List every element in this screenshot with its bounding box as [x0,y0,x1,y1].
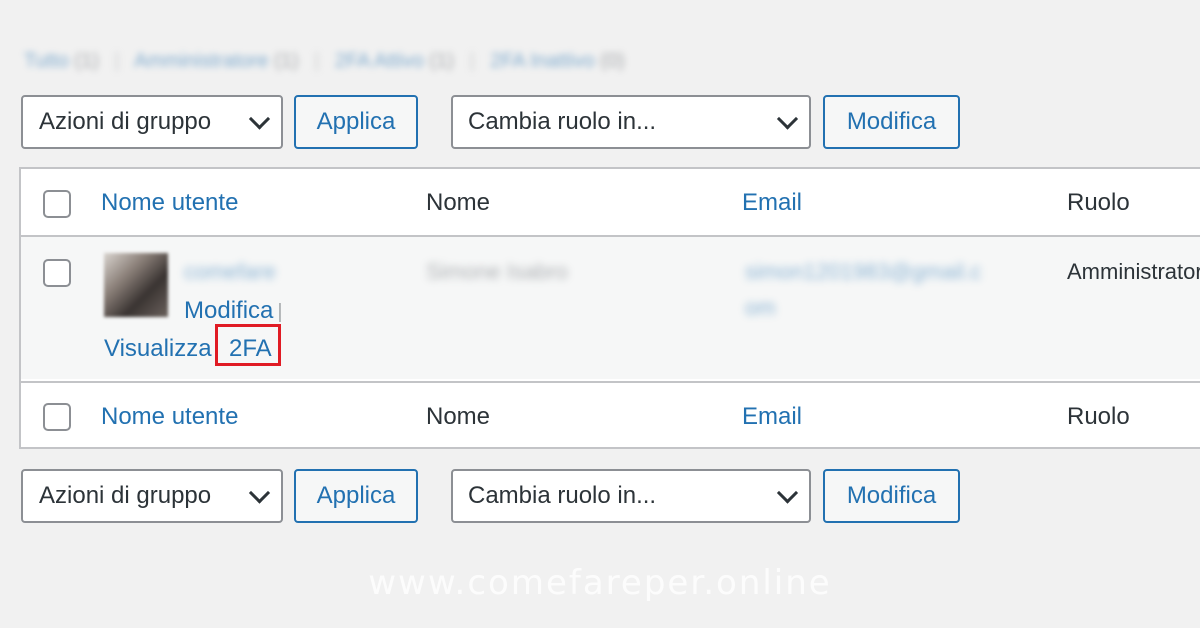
chevron-down-icon [776,482,799,504]
user-email-link[interactable]: simon1201983@gmail.c [745,259,981,285]
user-email-link-continued[interactable]: om [745,295,776,321]
column-name-footer: Nome [426,403,491,430]
column-role-footer: Ruolo [1067,403,1130,430]
filter-2fa-active-link[interactable]: 2FA Attivo (1) [335,50,454,72]
column-username-footer[interactable]: Nome utente [101,403,238,431]
apply-button[interactable]: Applica [294,95,418,149]
users-table: Nome utente Nome Email Ruolo comefare Mo… [19,167,1200,449]
chevron-down-icon [248,108,271,130]
bulk-actions-select-bottom[interactable]: Azioni di gruppo [21,469,283,523]
column-email-footer[interactable]: Email [742,403,802,431]
change-role-label: Cambia ruolo in... [468,482,657,509]
change-role-select-bottom[interactable]: Cambia ruolo in... [451,469,811,523]
change-role-select[interactable]: Cambia ruolo in... [451,95,811,149]
table-header-row: Nome utente Nome Email Ruolo [21,169,1200,237]
avatar [104,253,168,317]
change-role-button[interactable]: Modifica [823,95,960,149]
watermark: www.comefareper.online [368,563,832,603]
bulk-actions-label: Azioni di gruppo [39,482,212,509]
chevron-down-icon [776,108,799,130]
row-checkbox[interactable] [43,259,71,287]
column-role-header: Ruolo [1067,189,1130,216]
table-row: comefare Modifica | Visualizza 2FA Simone… [21,237,1200,379]
user-filter-links: Tutto (1) | Amministratore (1) | 2FA Att… [24,50,625,72]
bulk-actions-label: Azioni di gruppo [39,108,212,135]
select-all-checkbox[interactable] [43,190,71,218]
user-full-name: Simone Isabro [426,259,568,284]
filter-all-link[interactable]: Tutto (1) [24,50,99,72]
column-username-header[interactable]: Nome utente [101,189,238,217]
column-email-header[interactable]: Email [742,189,802,217]
username-link[interactable]: comefare [184,259,276,285]
row-action-edit[interactable]: Modifica | [184,297,283,325]
column-name-header: Nome [426,189,491,216]
table-footer-row: Nome utente Nome Email Ruolo [21,381,1200,451]
chevron-down-icon [248,482,271,504]
select-all-checkbox-footer[interactable] [43,403,71,431]
change-role-label: Cambia ruolo in... [468,108,657,135]
user-role: Amministratore [1067,259,1200,284]
apply-button-bottom[interactable]: Applica [294,469,418,523]
row-action-view[interactable]: Visualizza [104,335,212,363]
filter-administrator-link[interactable]: Amministratore (1) [134,50,299,72]
bulk-actions-select[interactable]: Azioni di gruppo [21,95,283,149]
filter-2fa-inactive-link[interactable]: 2FA Inattivo (0) [490,50,625,72]
highlight-box [215,324,281,366]
change-role-button-bottom[interactable]: Modifica [823,469,960,523]
